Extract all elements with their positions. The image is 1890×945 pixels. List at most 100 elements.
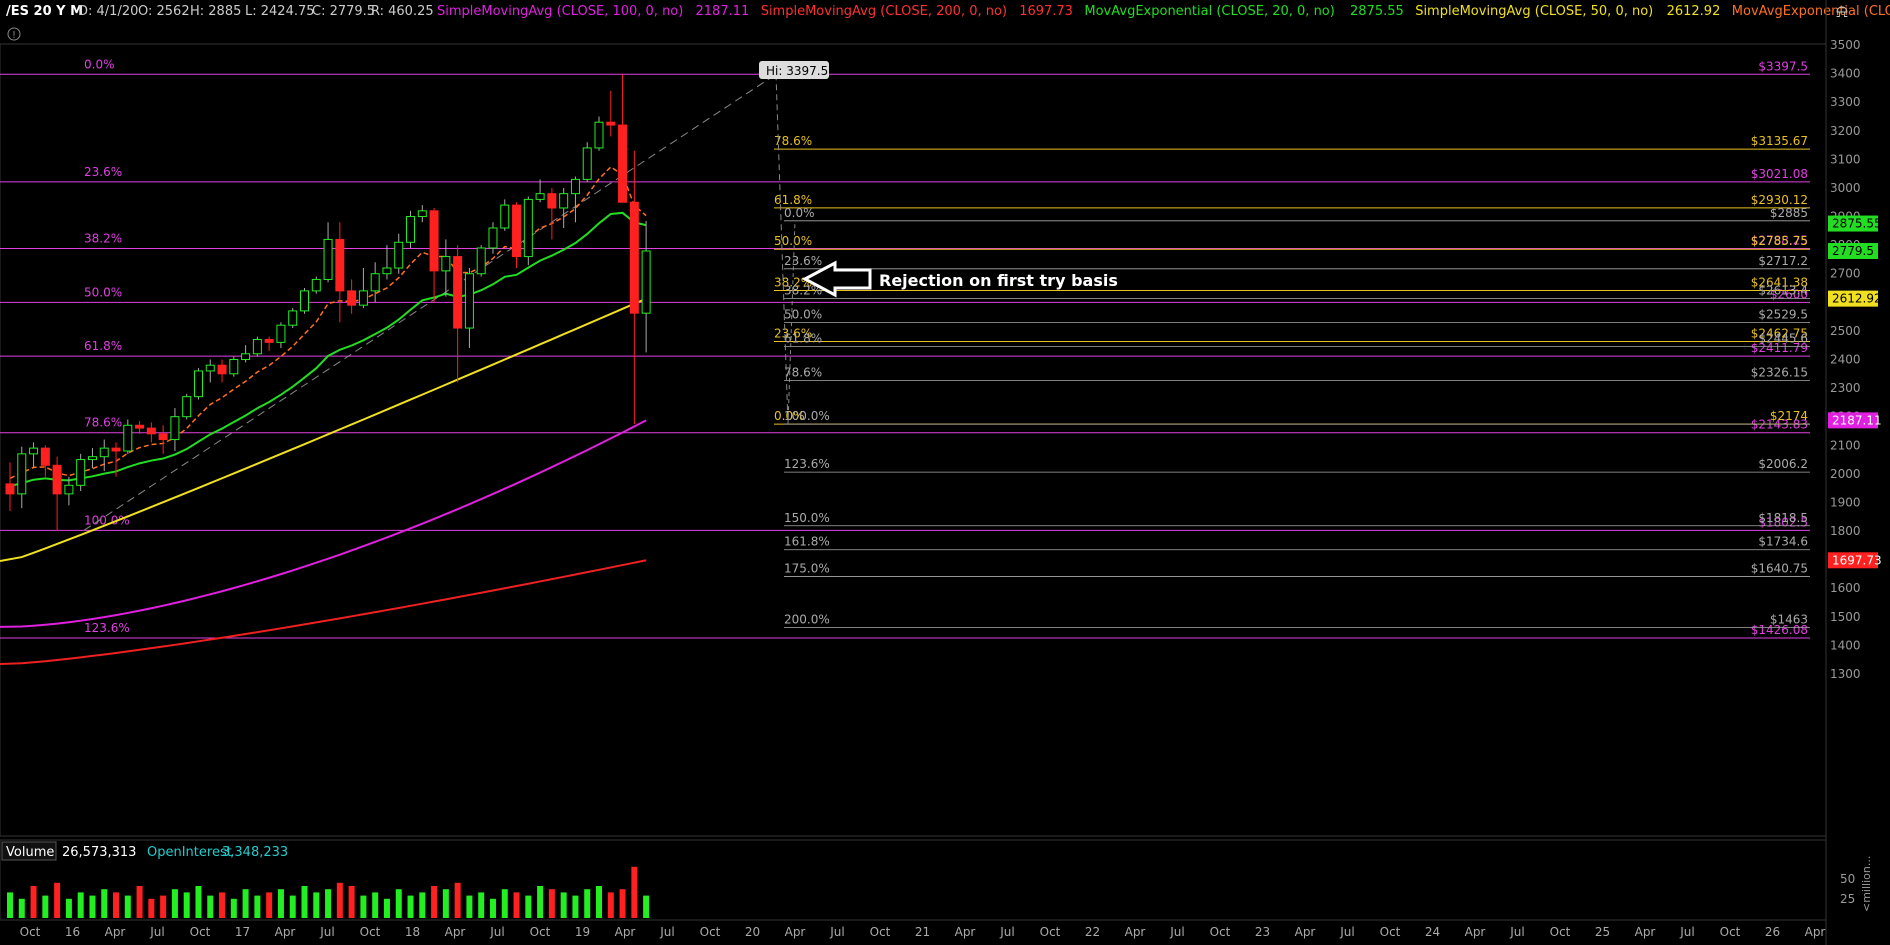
study-label[interactable]: SimpleMovingAvg (CLOSE, 200, 0, no) [761,4,1007,19]
candle-body[interactable] [488,227,498,249]
study-label[interactable]: SimpleMovingAvg (CLOSE, 100, 0, no) [437,4,683,19]
candle-body[interactable] [641,250,651,314]
candle-body[interactable] [429,210,439,272]
volume-bar[interactable] [230,898,237,918]
candle-body[interactable] [135,424,145,429]
volume-bar[interactable] [360,895,367,918]
volume-bar[interactable] [242,889,249,918]
volume-bar[interactable] [631,866,638,918]
volume-bar[interactable] [537,886,544,918]
candle-body[interactable] [182,396,192,418]
volume-bar[interactable] [148,898,155,918]
volume-bar[interactable] [266,892,273,918]
volume-bar[interactable] [442,889,449,918]
volume-bar[interactable] [501,889,508,918]
study-label[interactable]: SimpleMovingAvg (CLOSE, 50, 0, no) [1415,4,1653,19]
volume-bar[interactable] [313,892,320,918]
candle-body[interactable] [358,290,368,306]
candle-body[interactable] [311,278,321,292]
candle-body[interactable] [464,273,474,329]
volume-bar[interactable] [560,892,567,918]
candle-body[interactable] [288,310,298,326]
volume-bar[interactable] [454,882,461,918]
chart-canvas[interactable]: /ES 20 Y M D: 4/1/20 O: 2562 H: 2885 L: … [0,0,1890,945]
volume-bar[interactable] [513,892,520,918]
volume-bar[interactable] [572,895,579,918]
study-label[interactable]: MovAvgExponential (CLOSE, 20, 0, no) [1084,4,1334,19]
candle-body[interactable] [476,247,486,275]
candle-body[interactable] [594,121,604,149]
volume-bar[interactable] [419,892,426,918]
volume-bar[interactable] [77,892,84,918]
candle-body[interactable] [582,147,592,180]
volume-bar[interactable] [89,895,96,918]
volume-bar[interactable] [466,895,473,918]
candle-body[interactable] [417,210,427,218]
candle-body[interactable] [99,447,109,458]
volume-bar[interactable] [195,886,202,918]
candle-body[interactable] [347,290,357,306]
candle-body[interactable] [500,204,510,229]
volume-bar[interactable] [277,889,284,918]
candle-body[interactable] [52,464,62,495]
candle-body[interactable] [335,238,345,292]
volume-bar[interactable] [584,889,591,918]
volume-bar[interactable] [478,892,485,918]
volume-bar[interactable] [489,898,496,918]
volume-bar[interactable] [301,886,308,918]
candle-body[interactable] [618,124,628,203]
volume-bar[interactable] [596,886,602,918]
sma-200-line[interactable] [0,559,647,665]
volume-bar[interactable] [336,882,343,918]
candle-body[interactable] [441,256,451,272]
candle-body[interactable] [453,256,463,329]
candle-body[interactable] [241,353,251,361]
volume-bar[interactable] [607,892,614,918]
volume-bar[interactable] [171,889,178,918]
candle-body[interactable] [559,193,569,209]
volume-bar[interactable] [289,895,296,918]
volume-bar[interactable] [136,886,143,918]
volume-bar[interactable] [113,892,120,918]
candle-body[interactable] [229,359,239,375]
volume-bar[interactable] [548,889,555,918]
candle-body[interactable] [606,121,616,126]
candle-body[interactable] [40,447,50,466]
study-label[interactable]: MovAvgExponential (CLOSE, 8, 0, no) [1732,4,1890,19]
volume-bar[interactable] [348,886,355,918]
volume-bar[interactable] [101,889,108,918]
volume-bar[interactable] [619,889,626,918]
volume-bar[interactable] [643,895,650,918]
volume-bar[interactable] [525,895,532,918]
volume-bar[interactable] [407,895,414,918]
candle-body[interactable] [158,433,168,441]
candle-body[interactable] [193,370,203,398]
candle-body[interactable] [276,324,286,343]
candle-body[interactable] [170,416,180,441]
ema-8-line[interactable] [9,165,647,479]
candle-body[interactable] [629,201,639,314]
volume-bar[interactable] [65,898,72,918]
candle-body[interactable] [523,198,533,258]
candle-body[interactable] [111,447,121,452]
volume-bar[interactable] [30,886,37,918]
symbol-label[interactable]: /ES 20 Y M [6,4,83,19]
volume-bar[interactable] [431,886,438,918]
candle-body[interactable] [87,456,97,461]
volume-bar[interactable] [54,882,61,918]
volume-bar[interactable] [383,898,390,918]
volume-bar[interactable] [18,898,25,918]
volume-bar[interactable] [160,895,167,918]
volume-bar[interactable] [325,889,332,918]
candle-body[interactable] [146,427,156,435]
volume-label[interactable]: Volume [6,845,54,860]
candle-body[interactable] [370,273,380,292]
candle-body[interactable] [5,483,15,495]
volume-bar[interactable] [207,895,214,918]
candle-body[interactable] [264,338,274,343]
volume-bar[interactable] [219,892,226,918]
candle-body[interactable] [382,267,392,275]
volume-bar[interactable] [183,892,190,918]
candle-body[interactable] [535,193,545,200]
candle-body[interactable] [29,447,39,455]
